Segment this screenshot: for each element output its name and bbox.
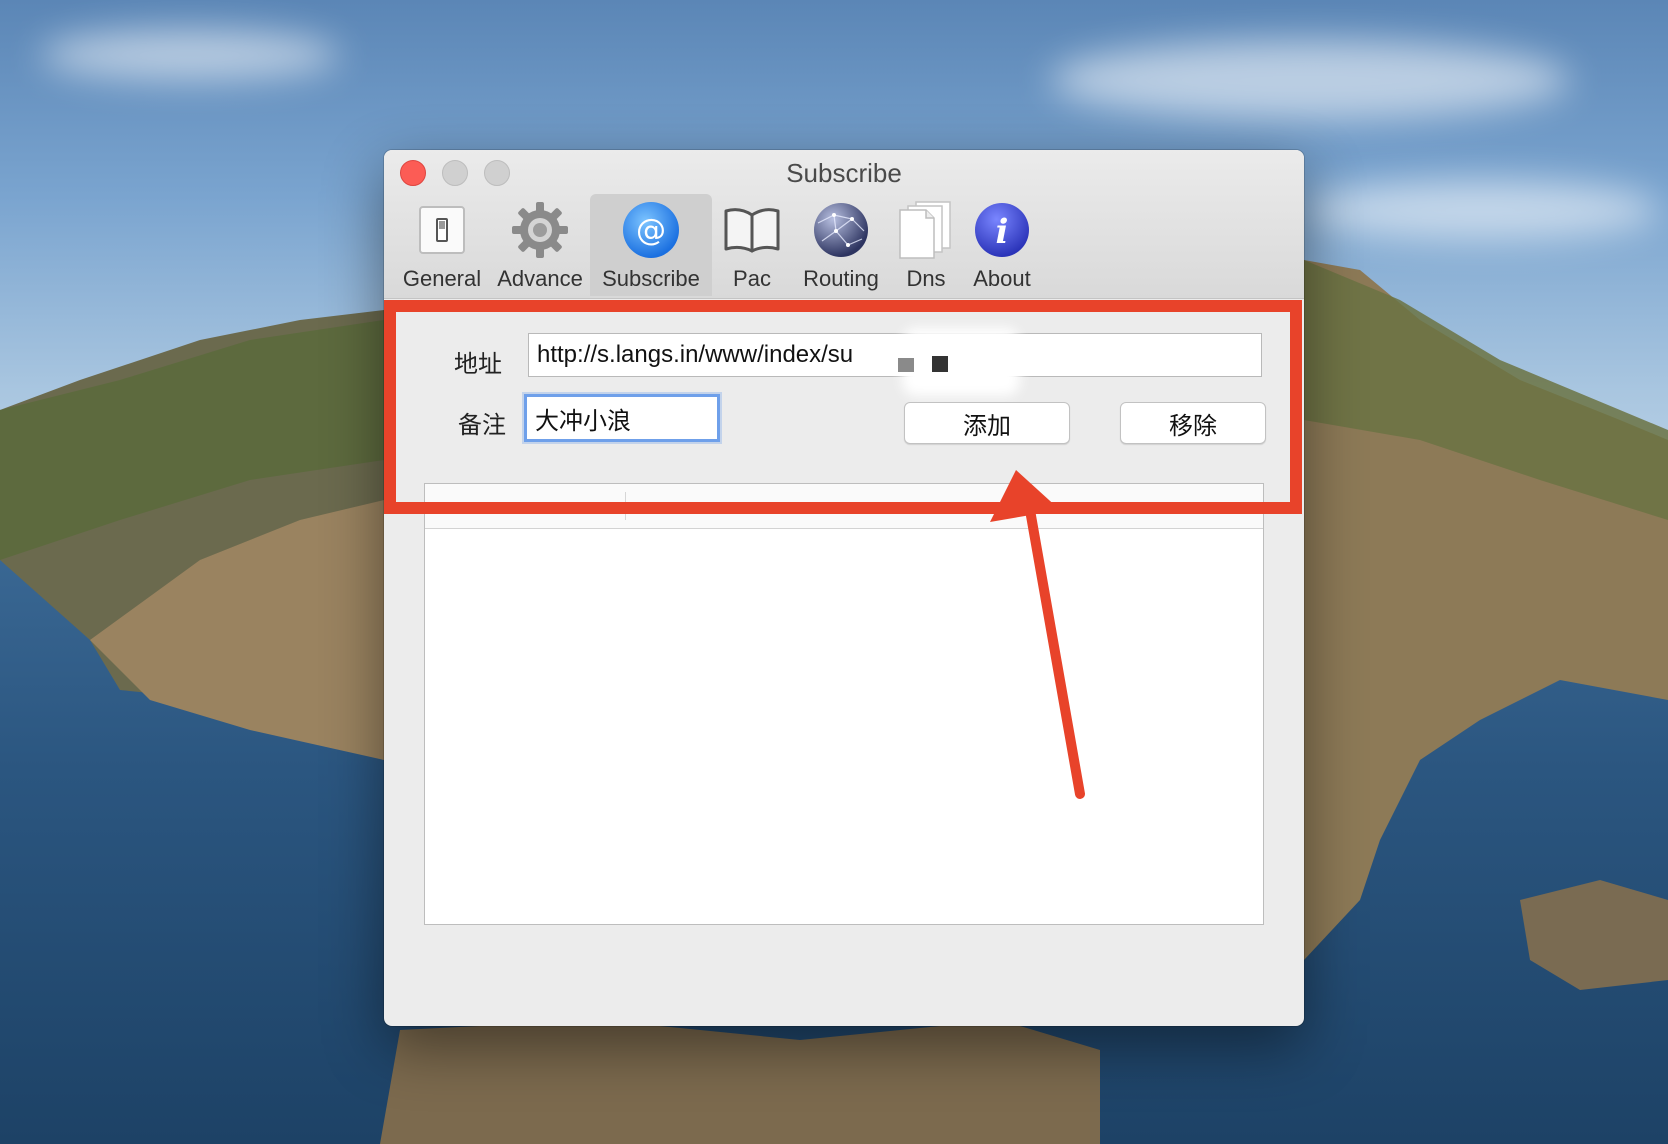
tab-general-label: General [402, 266, 482, 291]
network-globe-icon [811, 200, 871, 260]
tab-general[interactable]: General [394, 194, 490, 296]
tab-about-label: About [973, 266, 1031, 291]
tab-subscribe[interactable]: @ Subscribe [590, 194, 712, 296]
tab-pac[interactable]: Pac [712, 194, 792, 296]
window-title: Subscribe [786, 158, 902, 188]
subscribe-window: Subscribe General Advance @ Subscribe Pa… [384, 150, 1304, 1026]
documents-icon [896, 200, 956, 260]
tab-subscribe-label: Subscribe [602, 266, 700, 291]
titlebar: Subscribe General Advance @ Subscribe Pa… [384, 150, 1304, 299]
tab-about[interactable]: i About [962, 194, 1042, 296]
annotation-highlight-box [384, 300, 1302, 514]
gear-icon [510, 200, 570, 260]
tab-dns[interactable]: Dns [890, 194, 962, 296]
tab-dns-label: Dns [906, 266, 946, 291]
at-sign-icon: @ [621, 200, 681, 260]
book-icon [722, 200, 782, 260]
preferences-toolbar: General Advance @ Subscribe Pac Routing … [394, 194, 1042, 296]
svg-text:@: @ [636, 213, 666, 248]
tab-pac-label: Pac [733, 266, 771, 291]
subscription-table [424, 483, 1264, 925]
tab-routing-label: Routing [803, 266, 879, 291]
info-icon: i [972, 200, 1032, 260]
tab-advance-label: Advance [497, 266, 583, 291]
tab-routing[interactable]: Routing [792, 194, 890, 296]
switch-icon [412, 200, 472, 260]
svg-text:i: i [996, 212, 1009, 252]
tab-advance[interactable]: Advance [490, 194, 590, 296]
